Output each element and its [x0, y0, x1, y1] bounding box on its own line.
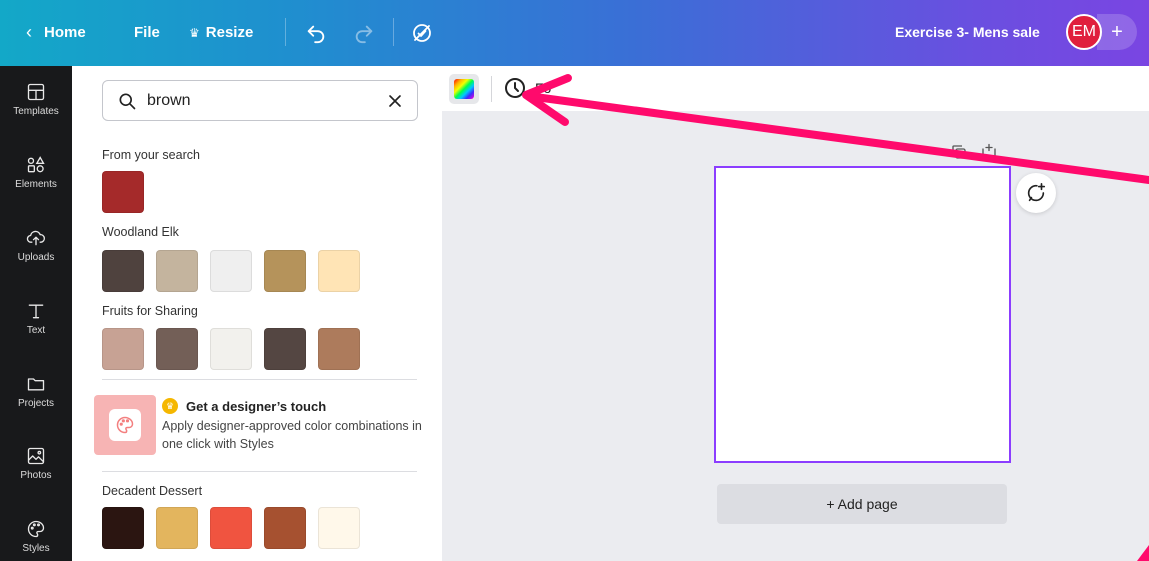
styles-icon	[27, 520, 45, 538]
top-bar: ‹ Home File ♛ Resize Exercise 3- Mens sa…	[0, 0, 1149, 66]
home-label: Home	[44, 24, 86, 41]
styles-promo-thumbnail[interactable]	[94, 395, 156, 455]
swatch-row	[102, 328, 372, 370]
color-swatch[interactable]	[102, 328, 144, 370]
rail-item-text[interactable]: Text	[0, 301, 72, 336]
document-title[interactable]: Exercise 3- Mens sale	[895, 24, 1040, 40]
color-swatch[interactable]	[264, 250, 306, 292]
color-swatch[interactable]	[318, 328, 360, 370]
elements-icon	[27, 156, 45, 173]
uploads-icon	[26, 230, 45, 246]
color-swatch[interactable]	[156, 328, 198, 370]
rail-item-styles[interactable]: Styles	[0, 519, 72, 554]
color-swatch[interactable]	[102, 171, 144, 213]
rail-item-templates[interactable]: Templates	[0, 82, 72, 117]
close-icon[interactable]	[385, 91, 405, 111]
add-collaborator-button[interactable]: +	[1097, 14, 1137, 50]
resize-button[interactable]: ♛ Resize	[189, 24, 253, 41]
projects-icon	[27, 378, 45, 391]
redo-button[interactable]	[353, 22, 375, 49]
rail-item-label: Templates	[13, 106, 59, 117]
color-picker-button[interactable]	[449, 74, 479, 104]
rail-item-label: Projects	[17, 398, 55, 409]
divider	[102, 379, 417, 380]
annotation-arrow-corner	[1137, 545, 1149, 561]
rail-item-elements[interactable]: Elements	[0, 155, 72, 190]
rail-item-label: Text	[26, 325, 46, 336]
home-button[interactable]: ‹ Home	[26, 22, 86, 43]
toolbar-label[interactable]: Fo	[535, 80, 551, 96]
add-page-icon[interactable]	[980, 143, 998, 161]
color-panel: brown From your search Woodland Elk Frui…	[72, 66, 442, 561]
rainbow-color-icon	[454, 79, 474, 99]
avatar[interactable]: EM	[1066, 14, 1102, 50]
swatch-row	[102, 250, 372, 292]
promo-description: Apply designer-approved color combinatio…	[162, 419, 422, 451]
section-label: Fruits for Sharing	[102, 304, 198, 318]
cloud-check-icon	[413, 24, 431, 42]
search-value: brown	[147, 91, 191, 109]
color-swatch[interactable]	[210, 328, 252, 370]
cloud-sync-button[interactable]	[410, 21, 434, 50]
swatch-row	[102, 171, 156, 213]
promo-title-text: Get a designer’s touch	[186, 398, 327, 414]
resize-label: Resize	[205, 24, 254, 41]
color-swatch[interactable]	[264, 507, 306, 549]
clock-icon	[505, 78, 525, 98]
color-swatch[interactable]	[210, 507, 252, 549]
rail-item-photos[interactable]: Photos	[0, 446, 72, 481]
toolbar-divider	[393, 18, 394, 46]
redo-icon	[355, 25, 373, 44]
rail-item-uploads[interactable]: Uploads	[0, 228, 72, 263]
swatch-row	[102, 507, 372, 549]
section-label: From your search	[102, 148, 200, 162]
left-rail: Templates Elements Uploads Text Projects…	[0, 66, 72, 561]
toolbar-divider	[285, 18, 286, 46]
undo-button[interactable]	[305, 22, 327, 49]
text-icon	[28, 304, 44, 319]
add-page-button[interactable]: + Add page	[717, 484, 1007, 524]
photos-icon	[27, 447, 45, 465]
section-label: Decadent Dessert	[102, 484, 203, 498]
color-swatch[interactable]	[156, 250, 198, 292]
divider	[102, 471, 417, 472]
undo-icon	[307, 25, 325, 44]
rail-item-projects[interactable]: Projects	[0, 374, 72, 409]
color-swatch[interactable]	[102, 507, 144, 549]
animate-button[interactable]	[503, 76, 527, 100]
file-menu-button[interactable]: File	[134, 24, 160, 41]
templates-icon	[27, 83, 45, 101]
duplicate-page-icon[interactable]	[950, 143, 968, 161]
color-swatch[interactable]	[318, 250, 360, 292]
rail-item-label: Uploads	[17, 252, 55, 263]
rail-item-label: Photos	[20, 470, 52, 481]
page-actions	[950, 143, 998, 161]
add-comment-button[interactable]	[1016, 173, 1056, 213]
crown-icon: ♛	[189, 25, 200, 40]
color-swatch[interactable]	[318, 507, 360, 549]
rail-item-label: Styles	[22, 543, 50, 554]
design-page[interactable]	[714, 166, 1011, 463]
rail-item-label: Elements	[15, 179, 57, 190]
crown-icon: ♛	[162, 398, 178, 414]
search-input[interactable]: brown	[102, 80, 418, 121]
comment-add-icon	[1027, 183, 1046, 202]
toolbar-divider	[491, 76, 492, 102]
search-icon	[119, 93, 136, 109]
color-swatch[interactable]	[156, 507, 198, 549]
palette-icon	[116, 416, 134, 434]
color-swatch[interactable]	[102, 250, 144, 292]
color-swatch[interactable]	[210, 250, 252, 292]
promo-title[interactable]: ♛ Get a designer’s touch	[162, 398, 326, 414]
section-label: Woodland Elk	[102, 225, 179, 239]
chevron-left-icon: ‹	[26, 22, 32, 42]
color-swatch[interactable]	[264, 328, 306, 370]
